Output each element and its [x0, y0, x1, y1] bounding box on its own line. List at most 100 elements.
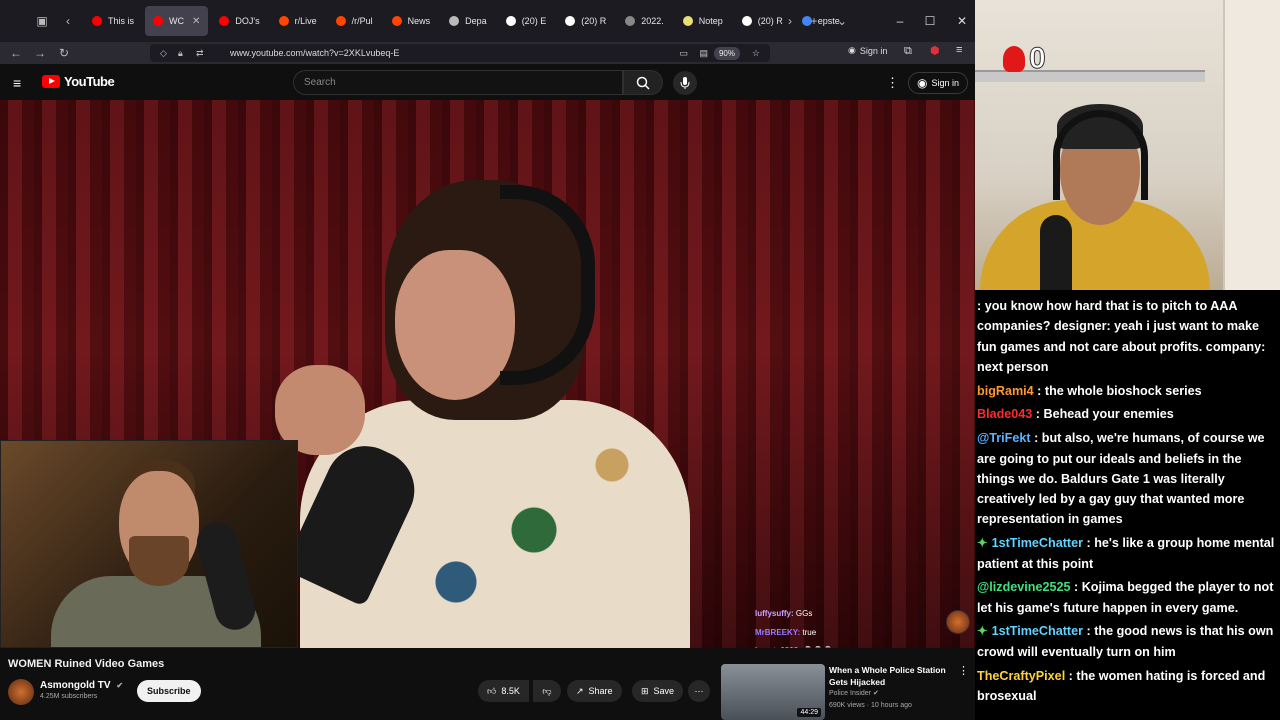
address-bar[interactable]: ◇ 🔒︎ ⇄ www.youtube.com/watch?v=2XKLvubeq…	[150, 44, 770, 62]
search-button[interactable]	[623, 70, 663, 95]
minimize-icon[interactable]: –	[884, 14, 916, 28]
chat-message: ✦ 1stTimeChatter : the good news is that …	[977, 621, 1278, 662]
like-button[interactable]: 👍︎ 8.5K	[478, 680, 529, 702]
subscribe-button[interactable]: Subscribe	[137, 680, 201, 702]
browser-tab[interactable]: (20) E	[498, 6, 555, 36]
settings-more-icon[interactable]: ⋮	[886, 75, 899, 91]
more-actions-button[interactable]: ⋯	[688, 680, 710, 702]
new-tab-icon[interactable]: +	[802, 14, 826, 28]
guide-menu-icon[interactable]: ≡	[13, 75, 21, 91]
overlay-chat-text: true	[802, 627, 817, 637]
chat-message: TheCraftyPixel : the women hating is for…	[977, 666, 1278, 707]
shield-icon[interactable]: ◇	[160, 48, 167, 59]
app-menu-icon[interactable]: ≡	[956, 44, 962, 56]
save-button[interactable]: ⊞ Save	[632, 680, 684, 702]
tab-list-icon[interactable]: ⌄	[830, 14, 854, 28]
video-title: WOMEN Ruined Video Games	[8, 658, 165, 670]
url-text[interactable]: www.youtube.com/watch?v=2XKLvubeq-E	[230, 48, 399, 58]
browser-tab[interactable]: This is	[84, 6, 142, 36]
permissions-icon[interactable]: ⇄	[196, 48, 204, 59]
tab-overview-icon[interactable]: ▣	[30, 14, 54, 28]
account-icon: ◉	[848, 45, 856, 55]
browser-tab[interactable]: r/Live	[271, 6, 325, 36]
user-circle-icon: ◉	[917, 76, 928, 90]
dislike-button[interactable]: 👎︎	[533, 680, 561, 702]
ublock-icon[interactable]: ⬢	[930, 44, 940, 57]
forward-icon[interactable]: →	[28, 46, 52, 60]
tab-favicon-icon	[391, 16, 402, 26]
recommended-title[interactable]: When a Whole Police Station Gets Hijacke…	[829, 664, 947, 688]
recommended-more-icon[interactable]: ⋮	[958, 664, 969, 677]
youtube-logo[interactable]: YouTube	[42, 74, 115, 89]
tab-favicon-icon	[153, 16, 164, 26]
tab-label: Depa	[465, 16, 487, 26]
recommended-channel[interactable]: Police Insider ✔	[829, 689, 879, 697]
share-label: Share	[588, 686, 613, 696]
chat-username: 1stTimeChatter	[991, 536, 1084, 551]
chat-separator: :	[1083, 536, 1095, 551]
overlay-chat-message: hecate0808: 🗿🗿🗿	[755, 642, 955, 648]
channel-name-text[interactable]: Asmongold TV	[40, 680, 111, 691]
overlay-chat: luffysuffy: GGsMrBREEKY: truehecate0808:…	[755, 605, 955, 648]
overlay-chat-avatar	[946, 610, 970, 634]
bookmark-star-icon[interactable]: ☆	[752, 48, 760, 59]
webcam-headphones	[1053, 110, 1148, 200]
screenshot-icon[interactable]: ▭	[679, 48, 688, 59]
overlay-chat-user: MrBREEKY:	[755, 627, 801, 637]
browser-tab[interactable]: Depa	[441, 6, 495, 36]
tab-scroll-right-icon[interactable]: ›	[778, 14, 802, 28]
channel-avatar[interactable]	[8, 679, 34, 705]
maximize-icon[interactable]: ☐	[914, 14, 946, 28]
reload-icon[interactable]: ↻	[52, 46, 76, 60]
youtube-sign-in-button[interactable]: ◉ Sign in	[908, 72, 969, 94]
skull-icon	[1003, 46, 1025, 72]
browser-tab-bar: ▣ ‹ This is WC ✕ DOJ's r/Live/r/Pul News Depa (…	[0, 0, 975, 42]
death-counter: 0	[1003, 42, 1046, 76]
channel-name[interactable]: Asmongold TV ✔	[40, 680, 123, 691]
lock-icon[interactable]: 🔒︎	[178, 48, 183, 59]
recommended-thumbnail[interactable]: 44:29	[721, 664, 825, 720]
overlay-chat-text: GGs	[795, 609, 813, 618]
more-horizontal-icon: ⋯	[694, 685, 704, 696]
chat-username: TheCraftyPixel	[977, 668, 1066, 683]
chat-separator: :	[1070, 580, 1082, 595]
browser-tab[interactable]: WC ✕	[145, 6, 209, 36]
browser-tab[interactable]: (20) R	[557, 6, 614, 36]
microphone-icon	[680, 77, 690, 89]
tab-favicon-icon	[741, 16, 752, 26]
voice-search-button[interactable]	[673, 71, 697, 95]
close-window-icon[interactable]: ✕	[946, 14, 978, 28]
browser-account[interactable]: ◉ Sign in	[848, 45, 887, 56]
chat-text: Behead your enemies	[1043, 407, 1174, 422]
browser-tab[interactable]: /r/Pul	[328, 6, 381, 36]
browser-tab[interactable]: Notep	[675, 6, 731, 36]
tab-favicon-icon	[449, 16, 460, 26]
extensions-icon[interactable]: ⧉	[904, 45, 912, 58]
reader-view-icon[interactable]: ▤	[699, 48, 708, 59]
tab-favicon-icon	[625, 16, 636, 26]
recommended-duration: 44:29	[797, 708, 821, 717]
chat-message: Blade043 : Behead your enemies	[977, 404, 1278, 424]
search-icon	[636, 76, 650, 90]
back-icon[interactable]: ←	[4, 46, 28, 60]
chat-message: : you know how hard that is to pitch to …	[977, 296, 1278, 377]
chat-text: you know how hard that is to pitch to AA…	[977, 299, 1266, 374]
youtube-sign-in-label: Sign in	[931, 78, 960, 88]
recommended-meta: 690K views · 10 hours ago	[829, 702, 912, 709]
streamer-webcam: 0	[975, 0, 1280, 300]
thumbs-up-icon: 👍︎	[487, 685, 497, 696]
zoom-level[interactable]: 90%	[713, 46, 740, 60]
share-arrow-icon: ↗	[576, 685, 584, 696]
share-button[interactable]: ↗ Share	[567, 680, 622, 702]
tab-favicon-icon	[682, 16, 693, 26]
tab-label: 2022.	[641, 16, 664, 26]
browser-tab[interactable]: DOJ's	[211, 6, 267, 36]
browser-tab[interactable]: News	[384, 6, 439, 36]
search-input[interactable]: Search	[293, 70, 623, 95]
tab-scroll-left-icon[interactable]: ‹	[56, 14, 80, 28]
browser-tab[interactable]: 2022.	[617, 6, 672, 36]
close-tab-icon[interactable]: ✕	[192, 16, 200, 27]
webcam-microphone	[1040, 215, 1072, 300]
chat-separator: :	[977, 299, 985, 313]
chat-message: @lizdevine2525 : Kojima begged the playe…	[977, 577, 1278, 618]
